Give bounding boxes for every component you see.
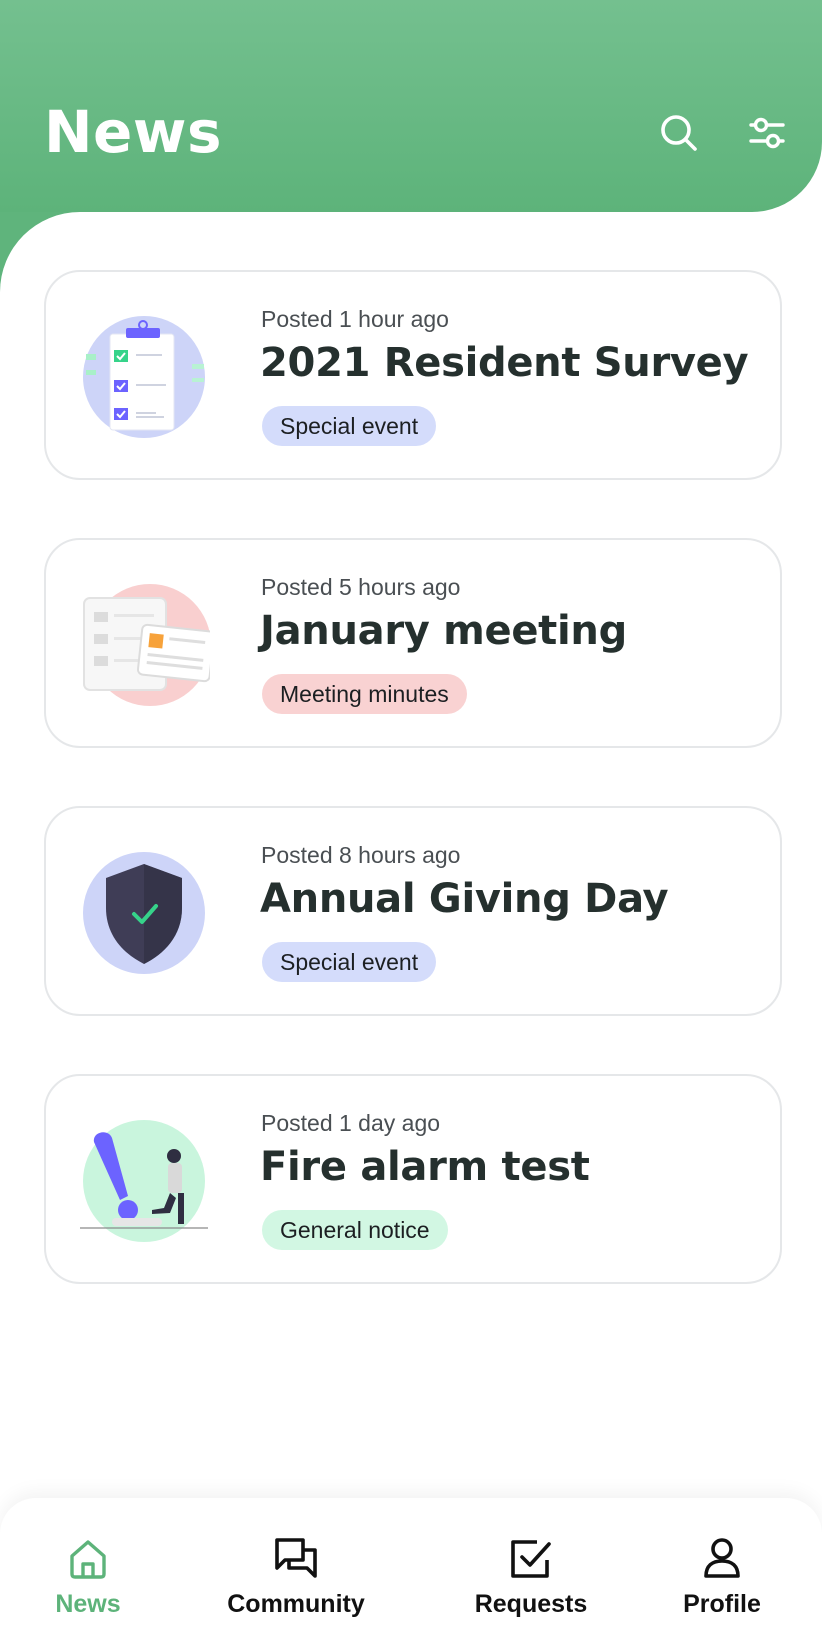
news-card[interactable]: Posted 1 day ago Fire alarm test General… [44,1074,782,1284]
nav-label: Profile [683,1590,761,1618]
meeting-documents-illustration [80,582,215,708]
nav-item-requests[interactable]: Requests [466,1498,596,1646]
category-tag: General notice [262,1210,448,1250]
page-title: News [44,98,222,166]
nav-label: Community [227,1590,365,1618]
news-title: Fire alarm test [260,1144,590,1190]
news-title: January meeting [260,608,627,654]
sliders-icon [749,117,785,149]
filter-button[interactable] [742,108,792,158]
news-title: 2021 Resident Survey [260,340,749,386]
category-tag: Special event [262,406,437,446]
home-icon [64,1534,112,1582]
nav-label: Requests [474,1590,588,1618]
nav-item-profile[interactable]: Profile [672,1498,772,1646]
posted-time: Posted 1 day ago [261,1110,441,1136]
checkbox-icon [507,1534,555,1582]
nav-item-community[interactable]: Community [216,1498,376,1646]
news-card[interactable]: Posted 5 hours ago January meeting Meeti… [44,538,782,748]
survey-clipboard-illustration [80,314,210,440]
posted-time: Posted 5 hours ago [261,574,461,600]
category-tag: Special event [262,942,437,982]
person-icon [698,1534,746,1582]
news-title: Annual Giving Day [260,876,669,922]
posted-time: Posted 8 hours ago [261,842,461,868]
nav-label: News [55,1590,121,1618]
bottom-navigation: News Community Requests Profile [0,1498,822,1646]
news-card[interactable]: Posted 8 hours ago Annual Giving Day Spe… [44,806,782,1016]
app-header: News [0,0,822,212]
posted-time: Posted 1 hour ago [261,306,449,332]
search-button[interactable] [654,108,704,158]
nav-item-news[interactable]: News [48,1498,128,1646]
chat-bubbles-icon [272,1534,320,1582]
search-icon [661,115,697,151]
exclamation-person-illustration [64,1118,210,1244]
news-card[interactable]: Posted 1 hour ago 2021 Resident Survey S… [44,270,782,480]
category-tag: Meeting minutes [262,674,467,714]
shield-check-illustration [80,850,210,976]
